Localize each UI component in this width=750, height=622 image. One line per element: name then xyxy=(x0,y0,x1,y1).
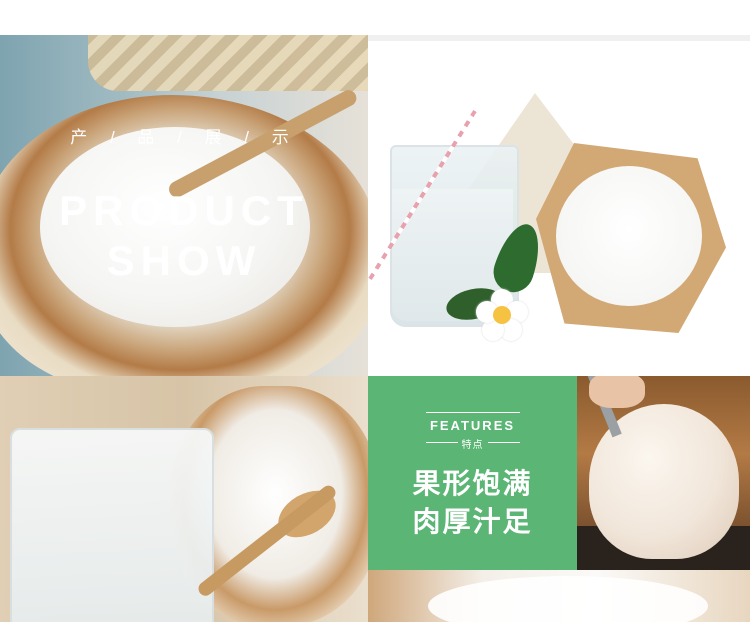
frangipani-flower xyxy=(476,289,528,341)
top-white-strip xyxy=(0,0,750,35)
coconut-with-drink-photo xyxy=(368,41,750,376)
features-top-rule xyxy=(426,412,520,413)
coconut-water-glass-photo xyxy=(0,376,368,622)
features-line-2: 肉厚汁足 xyxy=(412,506,533,537)
product-show-heading: 产 / 品 / 展 / 示 PRODUCT SHOW xyxy=(0,123,368,286)
product-show-photo: 产 / 品 / 展 / 示 PRODUCT SHOW xyxy=(0,35,368,376)
product-show-title-en-line1: PRODUCT xyxy=(59,187,309,234)
product-show-title-en-line2: SHOW xyxy=(106,237,262,284)
coconut-opening-photo xyxy=(577,376,750,570)
large-water-glass xyxy=(10,428,214,622)
halved-coconut-meat xyxy=(556,166,702,306)
features-label-cn: 特点 xyxy=(461,440,484,451)
product-detail-page: 产 / 品 / 展 / 示 PRODUCT SHOW FEATURES 特点 果… xyxy=(0,0,750,622)
product-show-title-cn: 产 / 品 / 展 / 示 xyxy=(70,128,298,147)
hand xyxy=(589,376,645,408)
coconut-closeup-strip xyxy=(368,570,750,622)
woven-basket xyxy=(88,35,368,91)
coconut-meat-closeup xyxy=(428,576,708,622)
features-panel: FEATURES 特点 果形饱满 肉厚汁足 xyxy=(368,376,577,570)
features-line-1: 果形饱满 xyxy=(412,468,533,499)
flower-center xyxy=(493,306,511,324)
features-label-en: FEATURES xyxy=(429,418,516,433)
